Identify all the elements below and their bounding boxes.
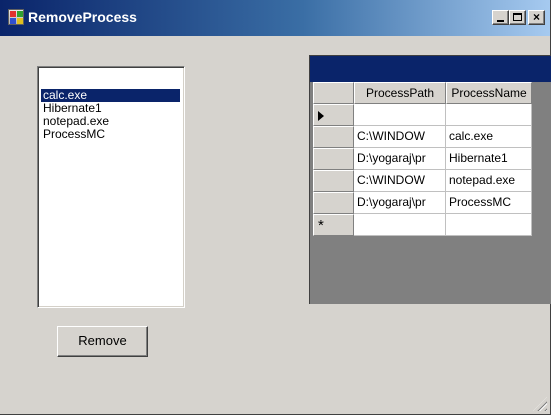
column-header-processname[interactable]: ProcessName [446, 82, 532, 104]
new-row-header[interactable]: * [313, 214, 354, 236]
grid-cell-path[interactable] [354, 104, 446, 126]
row-header[interactable] [313, 126, 354, 148]
grid-caption-bar [310, 56, 551, 82]
grid-cell-path[interactable]: D:\yogaraj\pr [354, 192, 446, 214]
title-bar[interactable]: RemoveProcess × [0, 0, 550, 36]
grid-cell-path[interactable]: C:\WINDOW [354, 170, 446, 192]
process-listbox[interactable]: calc.exe Hibernate1 notepad.exe ProcessM… [37, 66, 185, 308]
grid-cell-name[interactable]: notepad.exe [446, 170, 532, 192]
row-header[interactable] [313, 192, 354, 214]
list-item-processmc[interactable]: ProcessMC [41, 128, 180, 141]
grid-cell-name[interactable] [446, 214, 532, 236]
minimize-icon [497, 20, 504, 22]
maximize-button[interactable] [509, 10, 526, 25]
row-header-current[interactable] [313, 104, 354, 126]
grid-cell-path[interactable]: D:\yogaraj\pr [354, 148, 446, 170]
remove-process-window: RemoveProcess × calc.exe Hibernate1 note… [0, 0, 551, 415]
grid-corner-header[interactable] [313, 82, 354, 104]
current-row-arrow-icon [318, 110, 324, 121]
grid-cell-path[interactable]: C:\WINDOW [354, 126, 446, 148]
row-header[interactable] [313, 148, 354, 170]
close-icon: × [532, 10, 540, 24]
window-title: RemoveProcess [28, 9, 137, 25]
grid-cell-name[interactable] [446, 104, 532, 126]
remove-button[interactable]: Remove [57, 326, 148, 357]
grid-cell-path[interactable] [354, 214, 446, 236]
maximize-icon [513, 13, 522, 21]
minimize-button[interactable] [492, 10, 509, 25]
app-icon [8, 9, 24, 25]
grid-cell-name[interactable]: calc.exe [446, 126, 532, 148]
resize-grip-icon[interactable] [533, 397, 547, 411]
grid-cell-name[interactable]: Hibernate1 [446, 148, 532, 170]
row-header[interactable] [313, 170, 354, 192]
column-header-processpath[interactable]: ProcessPath [354, 82, 446, 104]
grid-cell-name[interactable]: ProcessMC [446, 192, 532, 214]
close-button[interactable]: × [528, 10, 545, 25]
process-datagrid[interactable]: ProcessPath ProcessName C:\WINDOW calc.e… [309, 55, 551, 304]
